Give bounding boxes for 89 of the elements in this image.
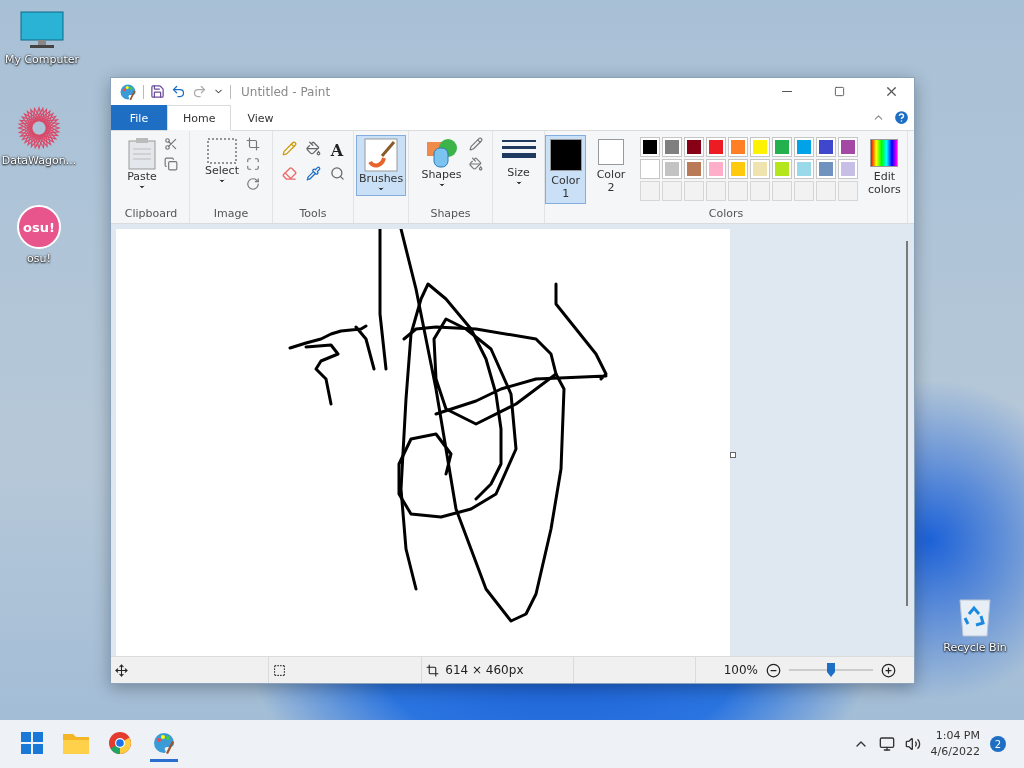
ribbon-button[interactable]: Shapes (418, 135, 465, 192)
clock-date[interactable]: 4/6/2022 (930, 744, 980, 760)
network-icon[interactable] (878, 736, 895, 752)
zoom-percentage: 100% (723, 663, 758, 677)
palette-color[interactable] (815, 159, 836, 179)
windows-logo-icon (21, 731, 43, 754)
fill-icon[interactable] (468, 157, 483, 171)
copy-icon[interactable] (163, 157, 178, 171)
palette-color[interactable] (749, 137, 770, 157)
fill-bucket-icon[interactable] (305, 141, 321, 156)
color-picker-icon[interactable] (305, 166, 321, 181)
ribbon-button[interactable]: Select (202, 135, 242, 188)
notification-count[interactable]: 2 (990, 736, 1006, 752)
palette-color[interactable] (749, 159, 770, 179)
rotate-icon[interactable] (245, 177, 260, 191)
pencil-icon[interactable] (281, 141, 297, 156)
browser-icon (108, 730, 132, 755)
spectrum-icon (870, 139, 899, 167)
palette-color[interactable] (639, 159, 660, 179)
palette-color[interactable] (793, 159, 814, 179)
edit-colors-button[interactable]: Edit colors (861, 135, 907, 200)
recycle-bin-icon (957, 598, 993, 638)
minimize-icon (782, 91, 792, 92)
zoom-out-icon[interactable] (766, 662, 781, 678)
outline-icon[interactable] (468, 137, 483, 151)
magnifier-icon[interactable] (329, 166, 345, 181)
clock-time[interactable]: 1:04 PM (935, 728, 980, 744)
selection-size-icon (272, 663, 286, 677)
palette-color[interactable] (727, 137, 748, 157)
group-label: Colors (707, 207, 745, 222)
ribbon-tab[interactable]: File (111, 105, 167, 130)
folder-icon (63, 731, 89, 754)
maximize-icon (833, 86, 845, 97)
save-icon[interactable] (150, 84, 165, 99)
redo-icon[interactable] (192, 84, 207, 99)
canvas-dimensions: 614 × 460px (445, 663, 524, 677)
help-icon[interactable] (893, 109, 910, 126)
caret-icon (218, 177, 226, 185)
palette-color[interactable] (793, 137, 814, 157)
selection-icon (207, 138, 237, 164)
shapes-icon (425, 138, 458, 168)
group-label: Image (212, 207, 250, 222)
cut-icon[interactable] (163, 137, 178, 151)
caret-icon (514, 179, 523, 187)
resize-icon[interactable] (245, 157, 260, 171)
caret-icon (437, 181, 446, 189)
crop-icon[interactable] (245, 137, 260, 151)
palette-color[interactable] (661, 137, 682, 157)
palette-color[interactable] (815, 137, 836, 157)
eraser-icon[interactable] (281, 166, 297, 181)
scrollbar[interactable] (906, 241, 908, 606)
clipboard-icon (128, 138, 156, 170)
palette-color[interactable] (771, 137, 792, 157)
star-pattern-icon (16, 105, 62, 151)
color-slot-button[interactable]: Color 1 (545, 135, 587, 204)
palette-color[interactable] (837, 137, 858, 157)
group-label: Shapes (429, 207, 472, 222)
palette-icon (119, 82, 137, 101)
zoom-slider-thumb[interactable] (827, 663, 835, 677)
resize-handle[interactable] (730, 452, 736, 458)
caret-icon (138, 183, 146, 191)
caret-icon (377, 185, 385, 193)
palette-color[interactable] (705, 159, 726, 179)
ribbon-button[interactable]: Paste (124, 135, 160, 194)
palette-color[interactable] (727, 159, 748, 179)
palette-color[interactable] (661, 159, 682, 179)
ribbon-button[interactable]: Brushes (355, 135, 407, 196)
window-title: Untitled - Paint (241, 84, 332, 99)
palette-color[interactable] (705, 137, 726, 157)
monitor-icon (20, 10, 64, 50)
move-icon (115, 663, 128, 677)
ribbon-button[interactable]: Size (498, 135, 539, 190)
undo-icon[interactable] (171, 84, 186, 99)
osu-app-icon: osu! (17, 205, 61, 249)
zoom-in-icon[interactable] (881, 662, 896, 678)
palette-color[interactable] (683, 159, 704, 179)
palette-color[interactable] (639, 137, 660, 157)
brush-icon (364, 138, 398, 172)
palette-color[interactable] (837, 159, 858, 179)
group-label: Tools (298, 207, 328, 222)
palette-color[interactable] (683, 137, 704, 157)
palette-icon (152, 730, 176, 755)
color-slot-button[interactable]: Color 2 (590, 135, 632, 198)
group-label: Clipboard (123, 207, 179, 222)
volume-icon[interactable] (904, 736, 921, 752)
canvas-size-icon (426, 663, 440, 677)
ribbon-tab[interactable]: Home (167, 105, 232, 131)
palette-color[interactable] (771, 159, 792, 179)
text-tool[interactable]: A (330, 141, 344, 160)
